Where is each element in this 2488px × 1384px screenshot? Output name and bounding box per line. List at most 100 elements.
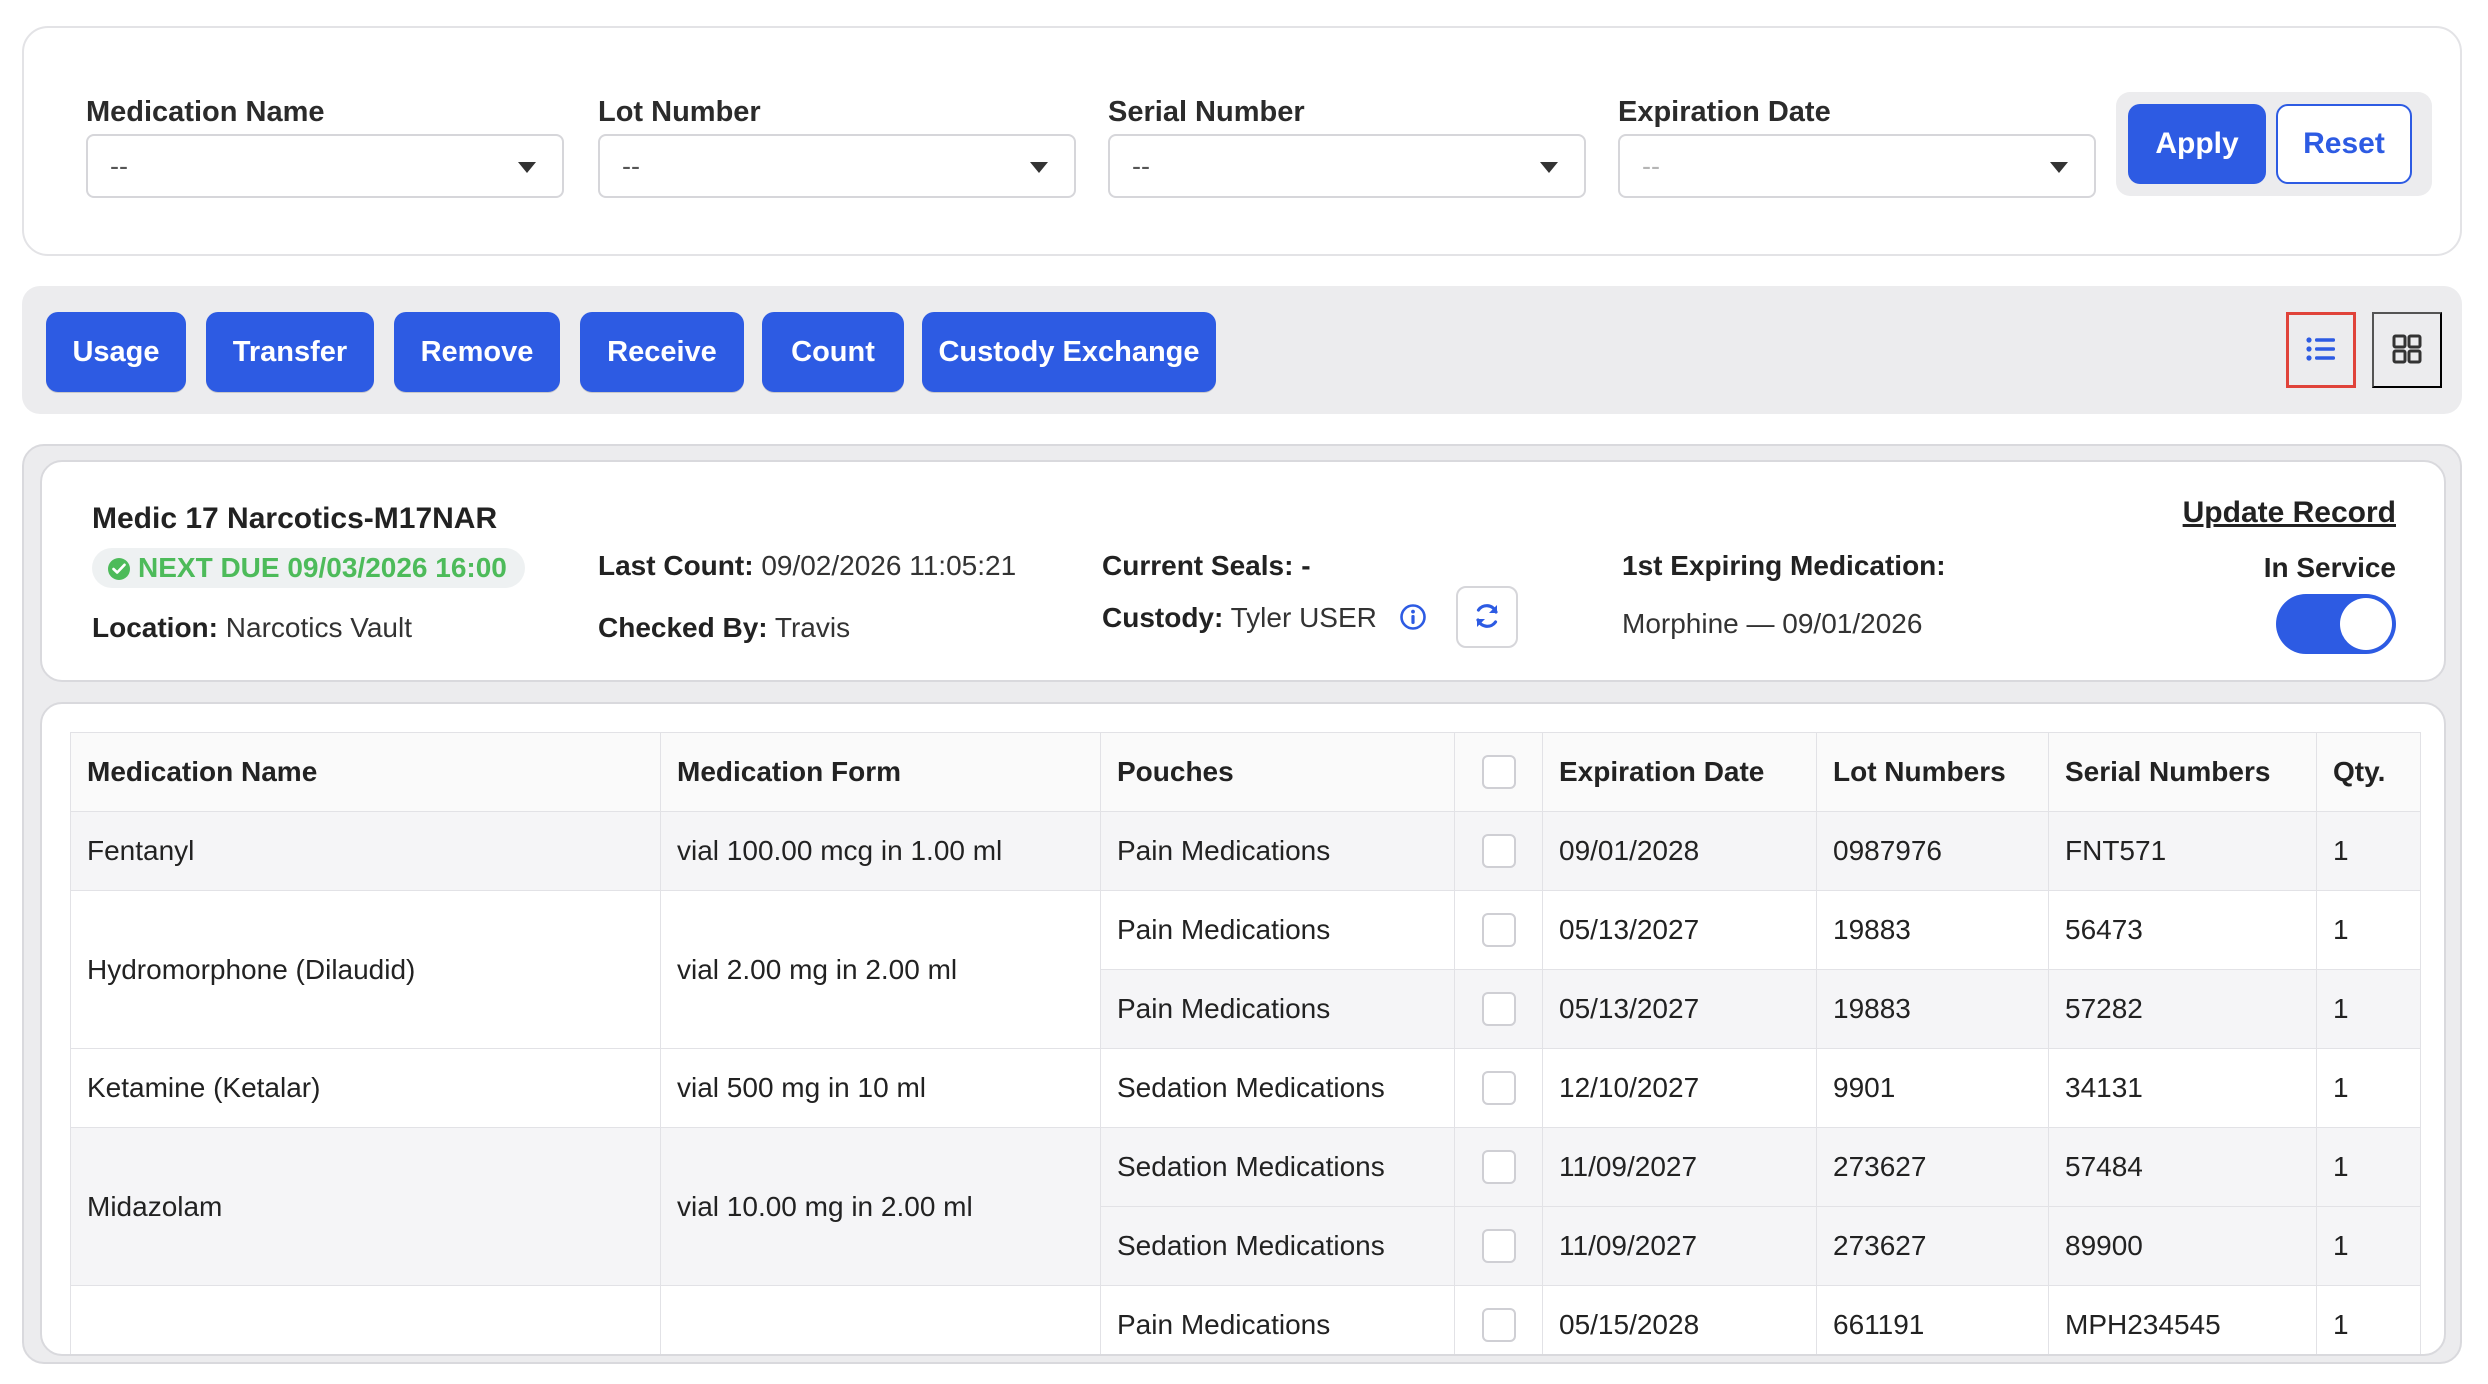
select-value: --	[1642, 151, 1660, 181]
list-view-toggle[interactable]	[2286, 312, 2356, 388]
qty-cell: 1	[2316, 890, 2421, 970]
column-header: Serial Numbers	[2048, 732, 2317, 812]
expiration-date-select[interactable]: --	[1618, 134, 2096, 198]
refresh-icon	[1476, 603, 1498, 628]
serial-cell: 34131	[2048, 1048, 2317, 1128]
checked-by-info: Checked By: Travis	[598, 612, 850, 644]
last-count-info: Last Count: 09/02/2026 11:05:21	[598, 550, 1016, 582]
row-select-cell	[1454, 1285, 1543, 1354]
serial-cell: 57282	[2048, 969, 2317, 1049]
reset-button[interactable]: Reset	[2276, 104, 2412, 184]
apply-button[interactable]: Apply	[2128, 104, 2266, 184]
custody-label: Custody:	[1102, 602, 1224, 633]
caret-down-icon	[1030, 162, 1048, 173]
grid-view-toggle[interactable]	[2372, 312, 2442, 388]
check-circle-icon	[108, 558, 130, 580]
table-row: Fentanyl vial 100.00 mcg in 1.00 ml Pain…	[70, 811, 2421, 891]
medication-name-cell: Ketamine (Ketalar)	[70, 1048, 661, 1128]
lot-cell: 0987976	[1816, 811, 2049, 891]
remove-button[interactable]: Remove	[394, 312, 560, 392]
medication-form-cell: vial 500 mg in 10 ml	[660, 1048, 1101, 1128]
filter-medication-name: Medication Name --	[86, 92, 564, 198]
filter-expiration-date: Expiration Date --	[1618, 92, 2096, 198]
filter-label: Expiration Date	[1618, 96, 1831, 128]
select-value: --	[622, 151, 640, 181]
last-count-label: Last Count:	[598, 550, 754, 581]
medication-form-cell	[660, 1285, 1101, 1354]
medication-form-cell: vial 100.00 mcg in 1.00 ml	[660, 811, 1101, 891]
medication-table: Medication Name Medication Form Pouches …	[70, 732, 2421, 1354]
row-select-cell	[1454, 969, 1543, 1049]
row-checkbox[interactable]	[1481, 1229, 1516, 1264]
first-expiring-value: Morphine — 09/01/2026	[1622, 608, 1923, 639]
pouch-cell: Sedation Medications	[1100, 1048, 1455, 1128]
expiration-cell: 05/15/2028	[1542, 1285, 1817, 1354]
first-expiring-label: 1st Expiring Medication:	[1622, 550, 1946, 582]
medication-table-card: Medication Name Medication Form Pouches …	[40, 702, 2446, 1356]
expiration-cell: 09/01/2028	[1542, 811, 1817, 891]
count-button[interactable]: Count	[762, 312, 904, 392]
transfer-button[interactable]: Transfer	[206, 312, 374, 392]
row-select-cell	[1454, 890, 1543, 970]
column-header: Medication Name	[70, 732, 661, 812]
pouch-cell: Pain Medications	[1100, 890, 1455, 970]
row-checkbox[interactable]	[1481, 1150, 1516, 1185]
row-select-cell	[1454, 811, 1543, 891]
unit-name: Medic 17 Narcotics-M17NAR	[92, 502, 498, 535]
unit-panel: Medic 17 Narcotics-M17NAR NEXT DUE 09/03…	[22, 444, 2462, 1364]
row-checkbox[interactable]	[1481, 913, 1516, 948]
current-seals-info: Current Seals: -	[1102, 550, 1311, 582]
refresh-custody-button[interactable]	[1456, 586, 1518, 648]
serial-cell: 57484	[2048, 1127, 2317, 1207]
lot-cell: 19883	[1816, 890, 2049, 970]
expiration-cell: 11/09/2027	[1542, 1127, 1817, 1207]
current-seals-value: -	[1301, 550, 1311, 581]
row-checkbox[interactable]	[1481, 1071, 1516, 1106]
update-record-link[interactable]: Update Record	[2183, 496, 2396, 530]
row-select-cell	[1454, 1127, 1543, 1207]
qty-cell: 1	[2316, 1206, 2421, 1286]
serial-cell: FNT571	[2048, 811, 2317, 891]
lot-cell: 661191	[1816, 1285, 2049, 1354]
column-header: Qty.	[2316, 732, 2421, 812]
medication-form-cell: vial 10.00 mg in 2.00 ml	[660, 1127, 1101, 1286]
lot-cell: 9901	[1816, 1048, 2049, 1128]
toggle-knob	[2340, 598, 2392, 650]
row-checkbox[interactable]	[1481, 1308, 1516, 1343]
column-header: Expiration Date	[1542, 732, 1817, 812]
receive-button[interactable]: Receive	[580, 312, 744, 392]
location-info: Location: Narcotics Vault	[92, 612, 412, 644]
expiration-cell: 05/13/2027	[1542, 890, 1817, 970]
qty-cell: 1	[2316, 811, 2421, 891]
qty-cell: 1	[2316, 1285, 2421, 1354]
qty-cell: 1	[2316, 1048, 2421, 1128]
usage-button[interactable]: Usage	[46, 312, 186, 392]
checked-by-value: Travis	[774, 612, 851, 643]
medication-name-cell	[70, 1285, 661, 1354]
serial-number-select[interactable]: --	[1108, 134, 1586, 198]
pouch-cell: Sedation Medications	[1100, 1127, 1455, 1207]
table-row: Hydromorphone (Dilaudid) vial 2.00 mg in…	[70, 890, 2421, 1049]
row-select-cell	[1454, 1206, 1543, 1286]
select-all-checkbox[interactable]	[1481, 755, 1516, 790]
row-checkbox[interactable]	[1481, 834, 1516, 869]
lot-number-select[interactable]: --	[598, 134, 1076, 198]
last-count-value: 09/02/2026 11:05:21	[761, 550, 1017, 581]
filter-label: Medication Name	[86, 96, 325, 128]
table-row: Ketamine (Ketalar) vial 500 mg in 10 ml …	[70, 1048, 2421, 1128]
info-icon[interactable]	[1399, 603, 1427, 631]
select-all-header	[1454, 732, 1543, 812]
row-checkbox[interactable]	[1481, 992, 1516, 1027]
in-service-toggle[interactable]	[2276, 594, 2396, 654]
custody-exchange-button[interactable]: Custody Exchange	[922, 312, 1216, 392]
column-header: Medication Form	[660, 732, 1101, 812]
caret-down-icon	[1540, 162, 1558, 173]
custody-info: Custody: Tyler USER	[1102, 602, 1427, 634]
lot-cell: 273627	[1816, 1206, 2049, 1286]
grid-icon	[2392, 334, 2422, 363]
filter-panel: Medication Name -- Lot Number -- Serial …	[22, 26, 2462, 256]
action-bar: Usage Transfer Remove Receive Count Cust…	[22, 286, 2462, 414]
location-value: Narcotics Vault	[225, 612, 412, 643]
expiration-cell: 11/09/2027	[1542, 1206, 1817, 1286]
medication-name-select[interactable]: --	[86, 134, 564, 198]
